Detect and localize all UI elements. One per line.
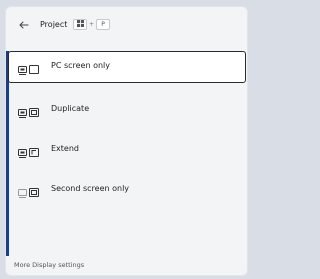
option-pc-screen-only[interactable]: PC screen only — [8, 51, 246, 83]
plus-sign: + — [89, 21, 95, 28]
second-screen-only-icon — [18, 185, 40, 198]
option-label: Second screen only — [51, 184, 130, 193]
flyout-header: Project + P — [6, 7, 247, 47]
windows-logo-icon — [73, 19, 87, 30]
option-label: Extend — [51, 144, 79, 153]
option-duplicate[interactable]: Duplicate — [9, 95, 246, 127]
shortcut-key: P — [96, 19, 111, 30]
duplicate-icon — [18, 105, 40, 118]
keyboard-shortcut: + P — [73, 19, 111, 30]
option-label: PC screen only — [51, 61, 111, 70]
option-extend[interactable]: Extend — [9, 135, 246, 167]
extend-icon — [18, 145, 40, 158]
project-flyout: Project + P PC screen only Duplicate Ext… — [5, 6, 248, 276]
flyout-title: Project — [40, 20, 68, 29]
option-second-screen-only[interactable]: Second screen only — [9, 175, 246, 207]
more-display-settings-link[interactable]: More Display settings — [14, 261, 84, 269]
option-label: Duplicate — [51, 104, 90, 113]
pc-screen-only-icon — [18, 62, 40, 75]
back-arrow-icon[interactable] — [17, 19, 31, 33]
